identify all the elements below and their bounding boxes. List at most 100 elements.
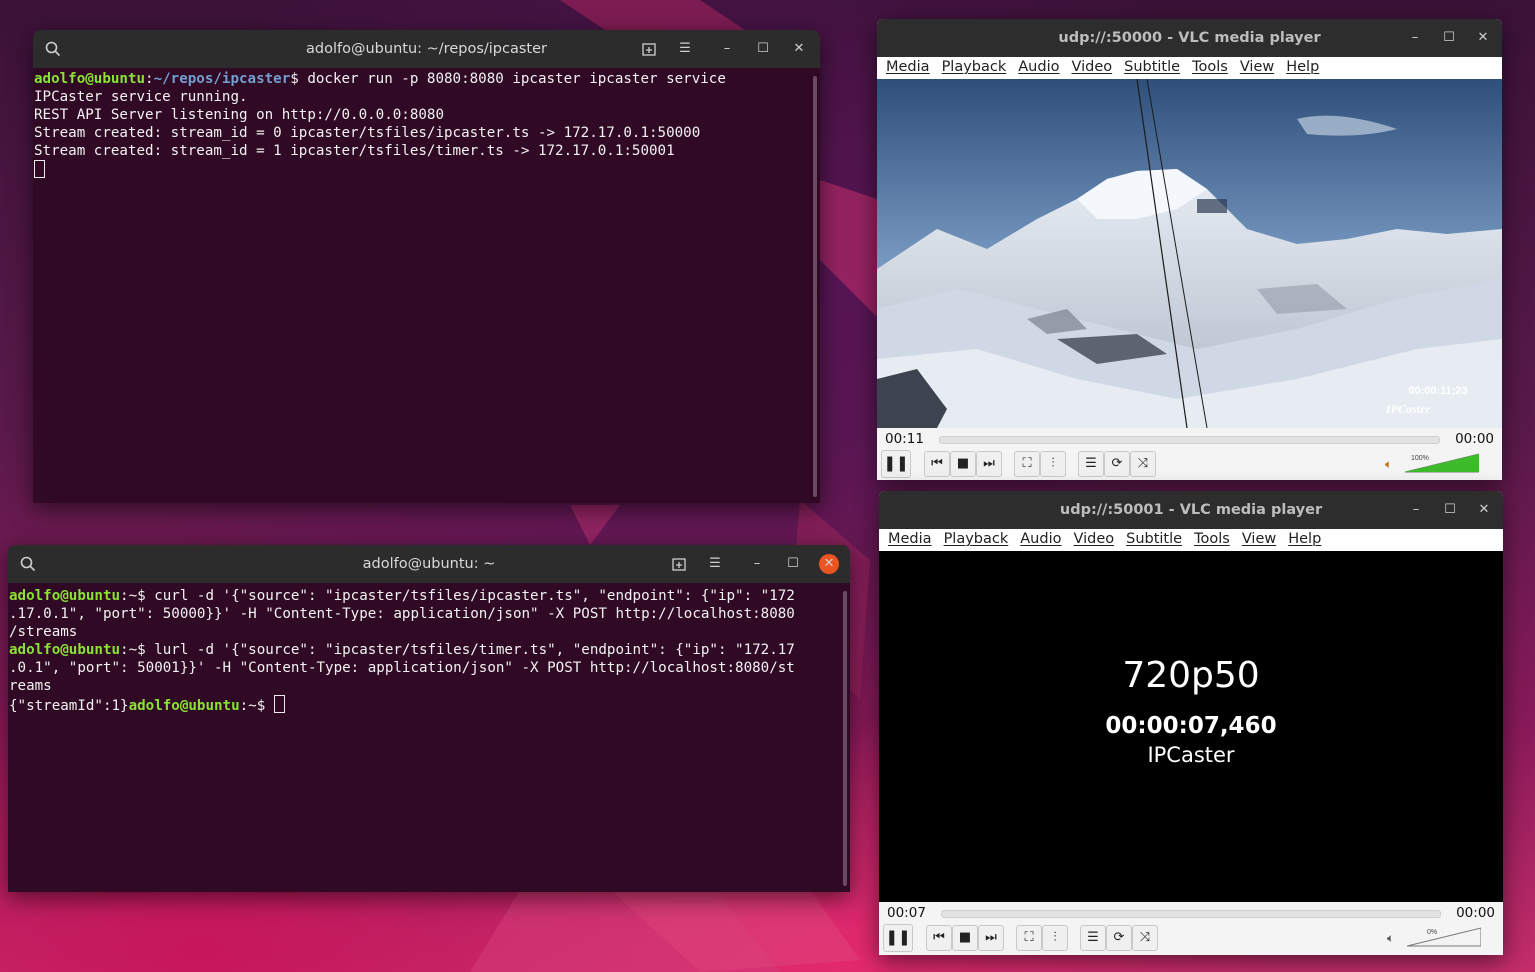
vlc-titlebar[interactable]: udp://:50001 - VLC media player – ☐ ✕ (879, 491, 1503, 529)
pause-icon[interactable]: ❚❚ (883, 924, 913, 952)
prompt-user: adolfo@ubuntu (9, 588, 121, 604)
volume-slider[interactable]: 100% (1404, 452, 1480, 474)
seek-row: 00:11 00:00 (877, 429, 1502, 449)
terminal-window-ipcaster[interactable]: adolfo@ubuntu: ~/repos/ipcaster ☰ – ☐ ✕ … (33, 30, 820, 503)
command-text: reams (9, 678, 52, 694)
terminal-titlebar[interactable]: adolfo@ubuntu: ~ ☰ – ☐ ✕ (8, 545, 850, 583)
menu-icon[interactable]: ☰ (677, 41, 693, 57)
video-area[interactable]: 00:00:11;23 IPCaster (877, 78, 1502, 429)
fullscreen-icon[interactable]: ⛶ (1014, 451, 1040, 477)
mountain-video-frame: 00:00:11;23 IPCaster (877, 78, 1502, 429)
minimize-icon[interactable]: – (749, 556, 765, 572)
vlc-menubar: Media Playback Audio Video Subtitle Tool… (877, 57, 1502, 80)
volume-slider[interactable]: 0% (1406, 926, 1482, 948)
maximize-icon[interactable]: ☐ (1441, 30, 1457, 46)
extended-settings-icon[interactable]: ⫶ (1040, 451, 1066, 477)
volume-percent: 0% (1427, 929, 1437, 936)
menu-playback[interactable]: Playback (939, 529, 1016, 551)
terminal-scrollbar[interactable] (843, 591, 847, 886)
video-area[interactable]: 720p50 00:00:07,460 IPCaster (879, 551, 1503, 902)
command-text: /streams (9, 624, 78, 640)
command-text: $ lurl -d '{"source": "ipcaster/tsfiles/… (137, 642, 795, 658)
new-tab-icon[interactable] (671, 556, 687, 572)
new-tab-icon[interactable] (641, 41, 657, 57)
menu-audio[interactable]: Audio (1013, 57, 1066, 79)
shuffle-icon[interactable]: ⤨ (1130, 451, 1156, 477)
output-line: IPCaster service running. (34, 89, 248, 105)
maximize-icon[interactable]: ☐ (785, 556, 801, 572)
speaker-icon[interactable]: 🔈︎ (1387, 931, 1394, 946)
response-text: {"streamId":1} (9, 698, 129, 714)
terminal-window-home[interactable]: adolfo@ubuntu: ~ ☰ – ☐ ✕ adolfo@ubuntu:~… (8, 545, 850, 892)
menu-view[interactable]: View (1237, 529, 1283, 551)
menu-help[interactable]: Help (1283, 529, 1328, 551)
minimize-icon[interactable]: – (1407, 30, 1423, 46)
terminal-command-line: adolfo@ubuntu:~/repos/ipcaster$ docker r… (34, 71, 726, 87)
vlc-window-50000[interactable]: udp://:50000 - VLC media player – ☐ ✕ Me… (877, 19, 1502, 480)
close-icon[interactable]: ✕ (1475, 30, 1491, 46)
minimize-icon[interactable]: – (1408, 502, 1424, 518)
loop-icon[interactable]: ⟳ (1104, 451, 1130, 477)
seek-slider[interactable] (939, 436, 1440, 444)
stop-icon[interactable]: ■ (950, 451, 976, 477)
shuffle-icon[interactable]: ⤨ (1132, 925, 1158, 951)
output-line: Stream created: stream_id = 0 ipcaster/t… (34, 125, 701, 141)
menu-audio[interactable]: Audio (1015, 529, 1068, 551)
output-line: Stream created: stream_id = 1 ipcaster/t… (34, 143, 675, 159)
speaker-icon[interactable]: 🔈︎ (1385, 457, 1392, 472)
volume-percent: 100% (1411, 455, 1429, 462)
next-icon[interactable]: ⏭ (976, 451, 1002, 477)
prompt-user: adolfo@ubuntu (128, 698, 240, 714)
previous-icon[interactable]: ⏮ (924, 451, 950, 477)
menu-tools[interactable]: Tools (1187, 57, 1235, 79)
playback-controls: ❚❚ ⏮ ■ ⏭ ⛶ ⫶ ☰ ⟳ ⤨ 🔈︎ 0% (879, 921, 1503, 955)
output-line: REST API Server listening on http://0.0.… (34, 107, 444, 123)
maximize-icon[interactable]: ☐ (755, 41, 771, 57)
menu-view[interactable]: View (1235, 57, 1281, 79)
pause-icon[interactable]: ❚❚ (881, 450, 911, 478)
command-text: $ curl -d '{"source": "ipcaster/tsfiles/… (137, 588, 795, 604)
prompt-path: ~/repos/ipcaster (153, 71, 291, 87)
terminal-title: adolfo@ubuntu: ~/repos/ipcaster (306, 41, 547, 57)
loop-icon[interactable]: ⟳ (1106, 925, 1132, 951)
stop-icon[interactable]: ■ (952, 925, 978, 951)
fullscreen-icon[interactable]: ⛶ (1016, 925, 1042, 951)
minimize-icon[interactable]: – (719, 41, 735, 57)
menu-media[interactable]: Media (881, 57, 937, 79)
menu-video[interactable]: Video (1066, 57, 1119, 79)
terminal-titlebar[interactable]: adolfo@ubuntu: ~/repos/ipcaster ☰ – ☐ ✕ (33, 30, 820, 68)
playback-controls: ❚❚ ⏮ ■ ⏭ ⛶ ⫶ ☰ ⟳ ⤨ 🔈︎ 100% (877, 447, 1502, 480)
menu-subtitle[interactable]: Subtitle (1121, 529, 1189, 551)
total-time: 00:00 (1455, 431, 1494, 447)
playlist-icon[interactable]: ☰ (1078, 451, 1104, 477)
prompt-tail: :~$ (239, 698, 274, 714)
elapsed-time: 00:11 (885, 431, 924, 447)
vlc-window-50001[interactable]: udp://:50001 - VLC media player – ☐ ✕ Me… (879, 491, 1503, 955)
menu-playback[interactable]: Playback (937, 57, 1014, 79)
terminal-output[interactable]: adolfo@ubuntu:~$ curl -d '{"source": "ip… (9, 587, 838, 892)
command-text: .17.0.1", "port": 50000}}' -H "Content-T… (9, 606, 795, 622)
next-icon[interactable]: ⏭ (978, 925, 1004, 951)
menu-icon[interactable]: ☰ (707, 556, 723, 572)
menu-subtitle[interactable]: Subtitle (1119, 57, 1187, 79)
maximize-icon[interactable]: ☐ (1442, 502, 1458, 518)
menu-media[interactable]: Media (883, 529, 939, 551)
close-icon[interactable]: ✕ (819, 554, 839, 574)
prompt-path: :~ (120, 588, 138, 604)
close-icon[interactable]: ✕ (1476, 502, 1492, 518)
seek-slider[interactable] (941, 910, 1441, 918)
previous-icon[interactable]: ⏮ (926, 925, 952, 951)
terminal-output[interactable]: adolfo@ubuntu:~/repos/ipcaster$ docker r… (34, 70, 808, 503)
menu-help[interactable]: Help (1281, 57, 1326, 79)
terminal-cursor (34, 160, 45, 178)
extended-settings-icon[interactable]: ⫶ (1042, 925, 1068, 951)
terminal-scrollbar[interactable] (813, 76, 817, 497)
playlist-icon[interactable]: ☰ (1080, 925, 1106, 951)
vlc-titlebar[interactable]: udp://:50000 - VLC media player – ☐ ✕ (877, 19, 1502, 57)
menu-video[interactable]: Video (1068, 529, 1121, 551)
seek-row: 00:07 00:00 (879, 903, 1503, 923)
close-icon[interactable]: ✕ (791, 41, 807, 57)
prompt-user: adolfo@ubuntu (34, 71, 146, 87)
menu-tools[interactable]: Tools (1189, 529, 1237, 551)
prompt-path: :~ (120, 642, 138, 658)
